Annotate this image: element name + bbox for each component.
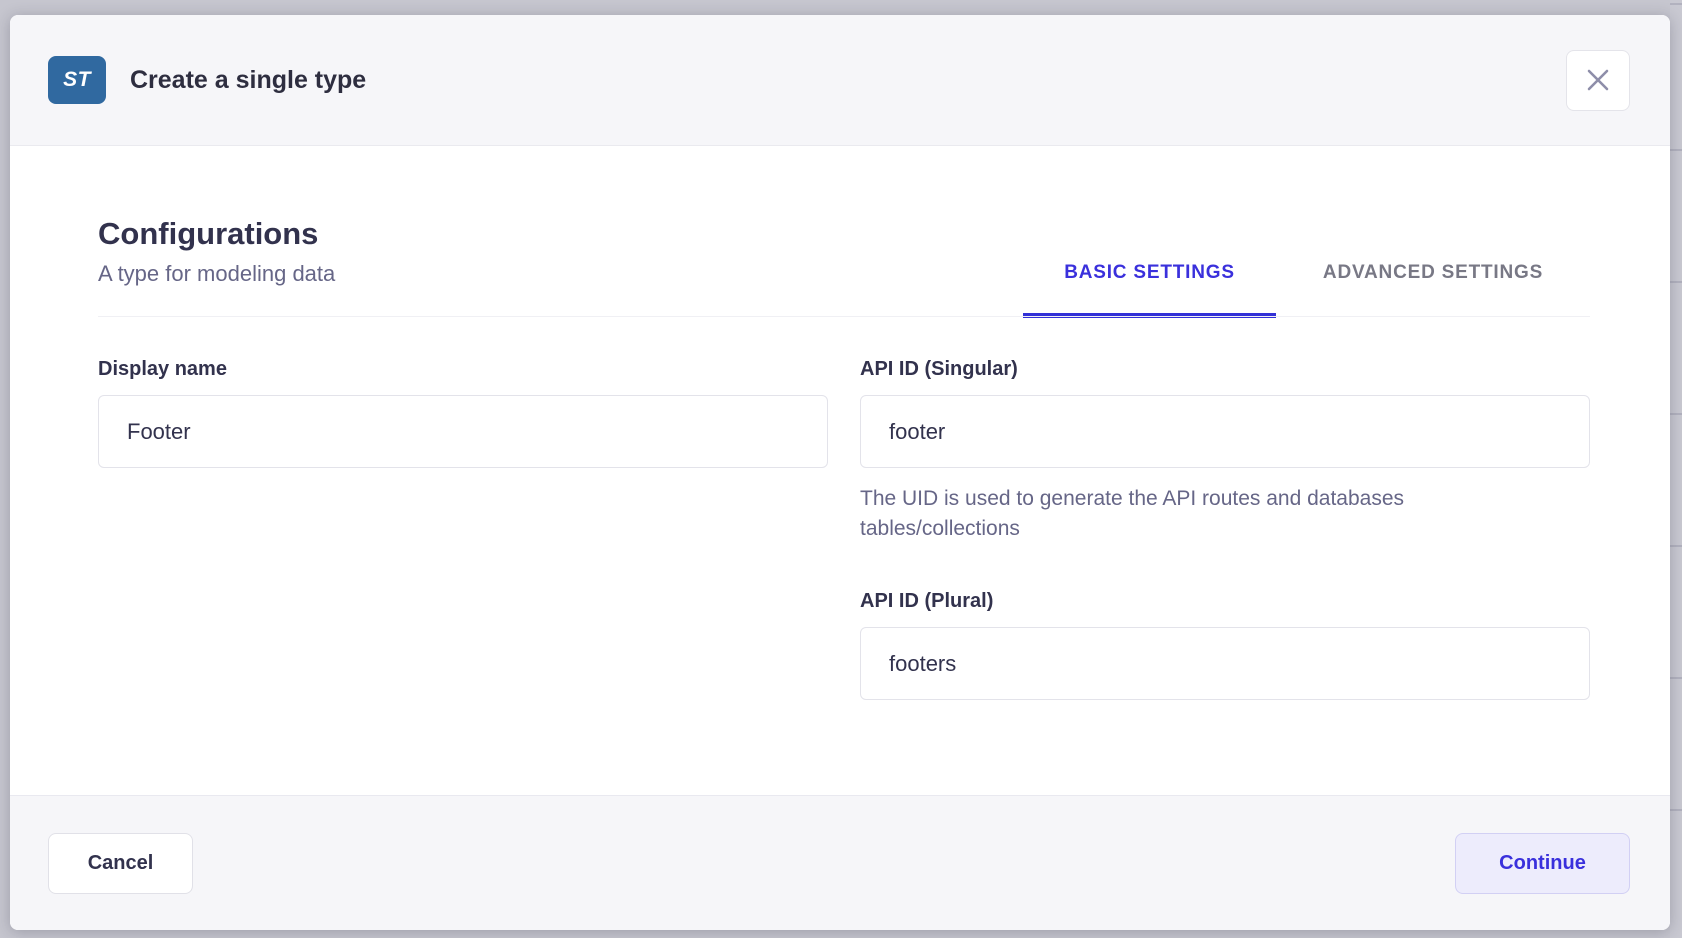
tab-basic-settings[interactable]: BASIC SETTINGS (1023, 262, 1276, 317)
api-id-singular-label: API ID (Singular) (860, 358, 1590, 381)
api-id-group: API ID (Singular) The UID is used to gen… (860, 358, 1590, 700)
configurations-header-row: Configurations A type for modeling data … (98, 216, 1590, 317)
display-name-label: Display name (98, 358, 828, 381)
modal-title: Create a single type (130, 66, 366, 95)
cancel-button[interactable]: Cancel (48, 833, 193, 894)
settings-tabs: BASIC SETTINGS ADVANCED SETTINGS (1023, 262, 1590, 317)
section-titles: Configurations A type for modeling data (98, 216, 335, 317)
page-behind-overlay (1670, 0, 1682, 938)
modal-footer: Cancel Continue (10, 795, 1670, 930)
tab-advanced-settings[interactable]: ADVANCED SETTINGS (1276, 262, 1590, 317)
tabs-divider (98, 316, 1590, 317)
create-single-type-modal: ST Create a single type Configurations A… (10, 15, 1670, 930)
form-fields: Display name API ID (Singular) The UID i… (98, 358, 1590, 700)
api-id-plural-input[interactable] (860, 627, 1590, 700)
modal-header: ST Create a single type (10, 15, 1670, 146)
close-icon (1587, 69, 1609, 91)
display-name-input[interactable] (98, 395, 828, 468)
api-id-singular-group: API ID (Singular) The UID is used to gen… (860, 358, 1590, 544)
modal-body: Configurations A type for modeling data … (10, 146, 1670, 795)
section-title: Configurations (98, 216, 335, 252)
api-id-plural-group: API ID (Plural) (860, 590, 1590, 700)
close-button[interactable] (1566, 50, 1630, 111)
single-type-badge-icon: ST (48, 56, 106, 104)
api-id-plural-label: API ID (Plural) (860, 590, 1590, 613)
api-id-singular-input[interactable] (860, 395, 1590, 468)
api-id-helper-text: The UID is used to generate the API rout… (860, 484, 1480, 544)
display-name-group: Display name (98, 358, 828, 700)
section-subtitle: A type for modeling data (98, 261, 335, 287)
continue-button[interactable]: Continue (1455, 833, 1630, 894)
